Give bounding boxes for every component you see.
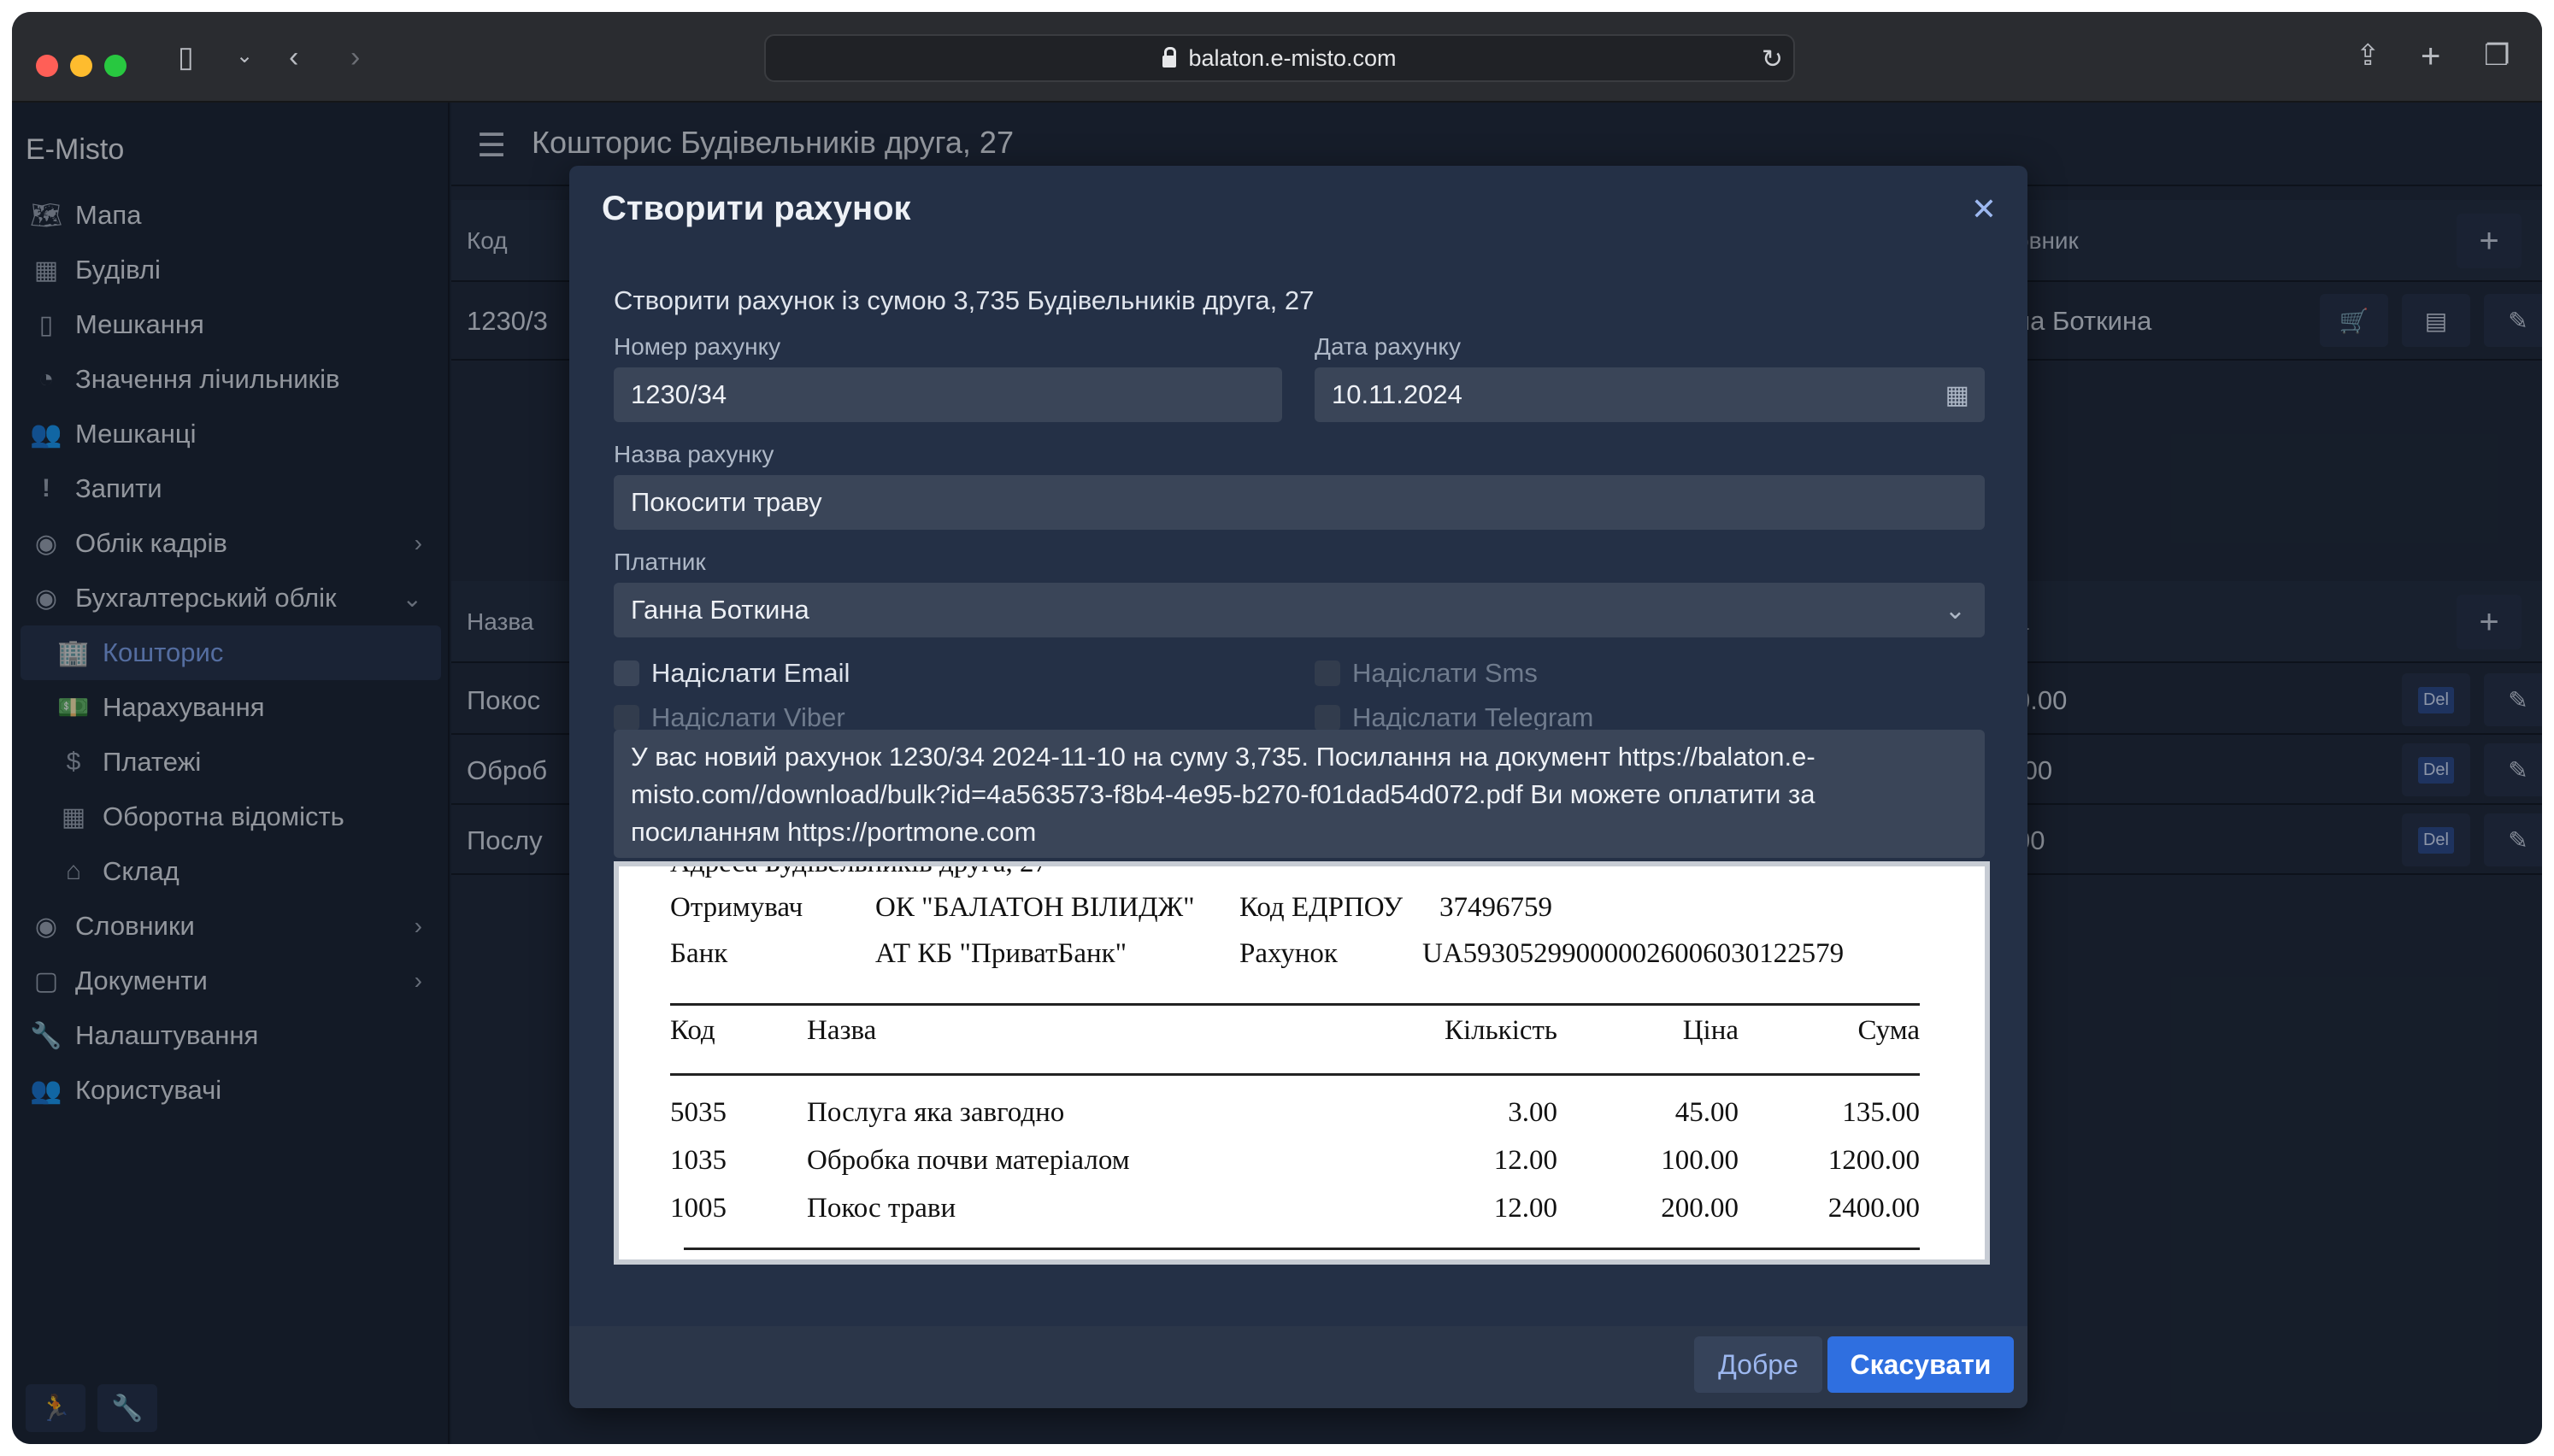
- browser-window: ▯ ⌄ ‹ › balaton.e-misto.com ↻ ⇪ + ❐ E-Mi…: [12, 12, 2542, 1444]
- invoice-number-label: Номер рахунку: [614, 333, 781, 360]
- invoice-name-label: Назва рахунку: [614, 441, 774, 467]
- preview-row-code: 1035: [670, 1145, 727, 1176]
- close-window-button[interactable]: [36, 55, 58, 77]
- checkbox-box: [1315, 705, 1340, 731]
- preview-edrpou-label: Код ЕДРПОУ: [1239, 892, 1404, 923]
- preview-col-price: Ціна: [1682, 1015, 1739, 1046]
- preview-row-sum: 1200.00: [1827, 1145, 1920, 1176]
- new-tab-icon[interactable]: +: [2421, 39, 2440, 73]
- forward-icon[interactable]: ›: [350, 43, 360, 72]
- preview-row-name: Покос трави: [807, 1193, 956, 1224]
- invoice-summary: Створити рахунок із сумою 3,735 Будівель…: [614, 285, 1315, 315]
- back-icon[interactable]: ‹: [289, 43, 298, 72]
- preview-row-name: Обробка почви матеріалом: [807, 1145, 1130, 1176]
- preview-row-qty: 12.00: [1493, 1193, 1557, 1224]
- preview-row-name: Послуга яка завгодно: [807, 1097, 1065, 1128]
- chevron-down-icon: ⌄: [1944, 596, 1966, 625]
- preview-row-code: 5035: [670, 1097, 727, 1128]
- divider: [670, 1073, 1920, 1076]
- preview-col-name: Назва: [807, 1015, 877, 1046]
- url-text: balaton.e-misto.com: [1188, 44, 1397, 71]
- ok-button[interactable]: Добре: [1694, 1336, 1822, 1393]
- browser-titlebar: ▯ ⌄ ‹ › balaton.e-misto.com ↻ ⇪ + ❐: [12, 12, 2542, 103]
- invoice-name-input[interactable]: Покосити траву: [614, 475, 1985, 530]
- preview-total-label: До сплати: [1311, 1256, 1433, 1259]
- cancel-button[interactable]: Скасувати: [1827, 1336, 2014, 1393]
- send-email-checkbox[interactable]: Надіслати Email: [614, 658, 850, 689]
- share-icon[interactable]: ⇪: [2356, 41, 2380, 70]
- tabs-overview-icon[interactable]: ❐: [2484, 41, 2510, 70]
- minimize-window-button[interactable]: [70, 55, 92, 77]
- reload-icon[interactable]: ↻: [1762, 44, 1783, 74]
- preview-row-sum: 135.00: [1842, 1097, 1920, 1128]
- preview-row-price: 100.00: [1661, 1145, 1739, 1176]
- preview-row-qty: 3.00: [1508, 1097, 1557, 1128]
- invoice-date-input[interactable]: 10.11.2024 ▦: [1315, 367, 1985, 422]
- message-textarea[interactable]: У вас новий рахунок 1230/34 2024-11-10 н…: [614, 730, 1985, 858]
- sidebar-toggle-icon[interactable]: ▯: [178, 43, 194, 72]
- dialog-title: Створити рахунок: [602, 190, 911, 227]
- send-viber-checkbox: Надіслати Viber: [614, 702, 845, 733]
- invoice-date-label: Дата рахунку: [1315, 333, 1461, 360]
- preview-edrpou: 37496759: [1439, 892, 1552, 923]
- preview-total: 3735.00: [1828, 1256, 1920, 1259]
- close-icon[interactable]: ✕: [1971, 191, 1997, 227]
- send-sms-checkbox: Надіслати Sms: [1315, 658, 1538, 689]
- preview-account: UA593052990000026006030122579: [1422, 938, 1845, 969]
- preview-row-qty: 12.00: [1493, 1145, 1557, 1176]
- preview-col-qty: Кількість: [1444, 1015, 1557, 1046]
- preview-row-price: 45.00: [1674, 1097, 1739, 1128]
- preview-col-code: Код: [670, 1015, 715, 1046]
- preview-address: Адреса Будівельників друга, 27: [670, 861, 1048, 878]
- preview-recipient: ОК "БАЛАТОН ВІЛИДЖ": [875, 892, 1195, 923]
- chevron-down-icon[interactable]: ⌄: [236, 46, 253, 67]
- preview-row-code: 1005: [670, 1193, 727, 1224]
- preview-recipient-label: Отримувач: [670, 892, 803, 923]
- payer-select[interactable]: Ганна Боткина ⌄: [614, 583, 1985, 637]
- checkbox-box: [1315, 660, 1340, 686]
- payer-label: Платник: [614, 549, 706, 575]
- invoice-number-input[interactable]: 1230/34: [614, 367, 1282, 422]
- calendar-icon[interactable]: ▦: [1945, 380, 1969, 410]
- dialog-footer: Добре Скасувати: [569, 1326, 2027, 1408]
- preview-account-label: Рахунок: [1239, 938, 1338, 969]
- preview-col-sum: Сума: [1857, 1015, 1920, 1046]
- invoice-preview[interactable]: Адреса Будівельників друга, 27 Отримувач…: [614, 861, 1990, 1265]
- preview-row-price: 200.00: [1661, 1193, 1739, 1224]
- checkbox-box[interactable]: [614, 660, 639, 686]
- create-invoice-dialog: Створити рахунок ✕ Створити рахунок із с…: [569, 166, 2027, 1408]
- maximize-window-button[interactable]: [104, 55, 127, 77]
- divider: [670, 1003, 1920, 1006]
- preview-bank: АТ КБ "ПриватБанк": [875, 938, 1127, 969]
- divider: [684, 1248, 1920, 1250]
- checkbox-box: [614, 705, 639, 731]
- preview-row-sum: 2400.00: [1827, 1193, 1920, 1224]
- preview-bank-label: Банк: [670, 938, 728, 969]
- lock-icon: [1162, 47, 1177, 68]
- address-bar[interactable]: balaton.e-misto.com ↻: [764, 34, 1795, 82]
- send-telegram-checkbox: Надіслати Telegram: [1315, 702, 1593, 733]
